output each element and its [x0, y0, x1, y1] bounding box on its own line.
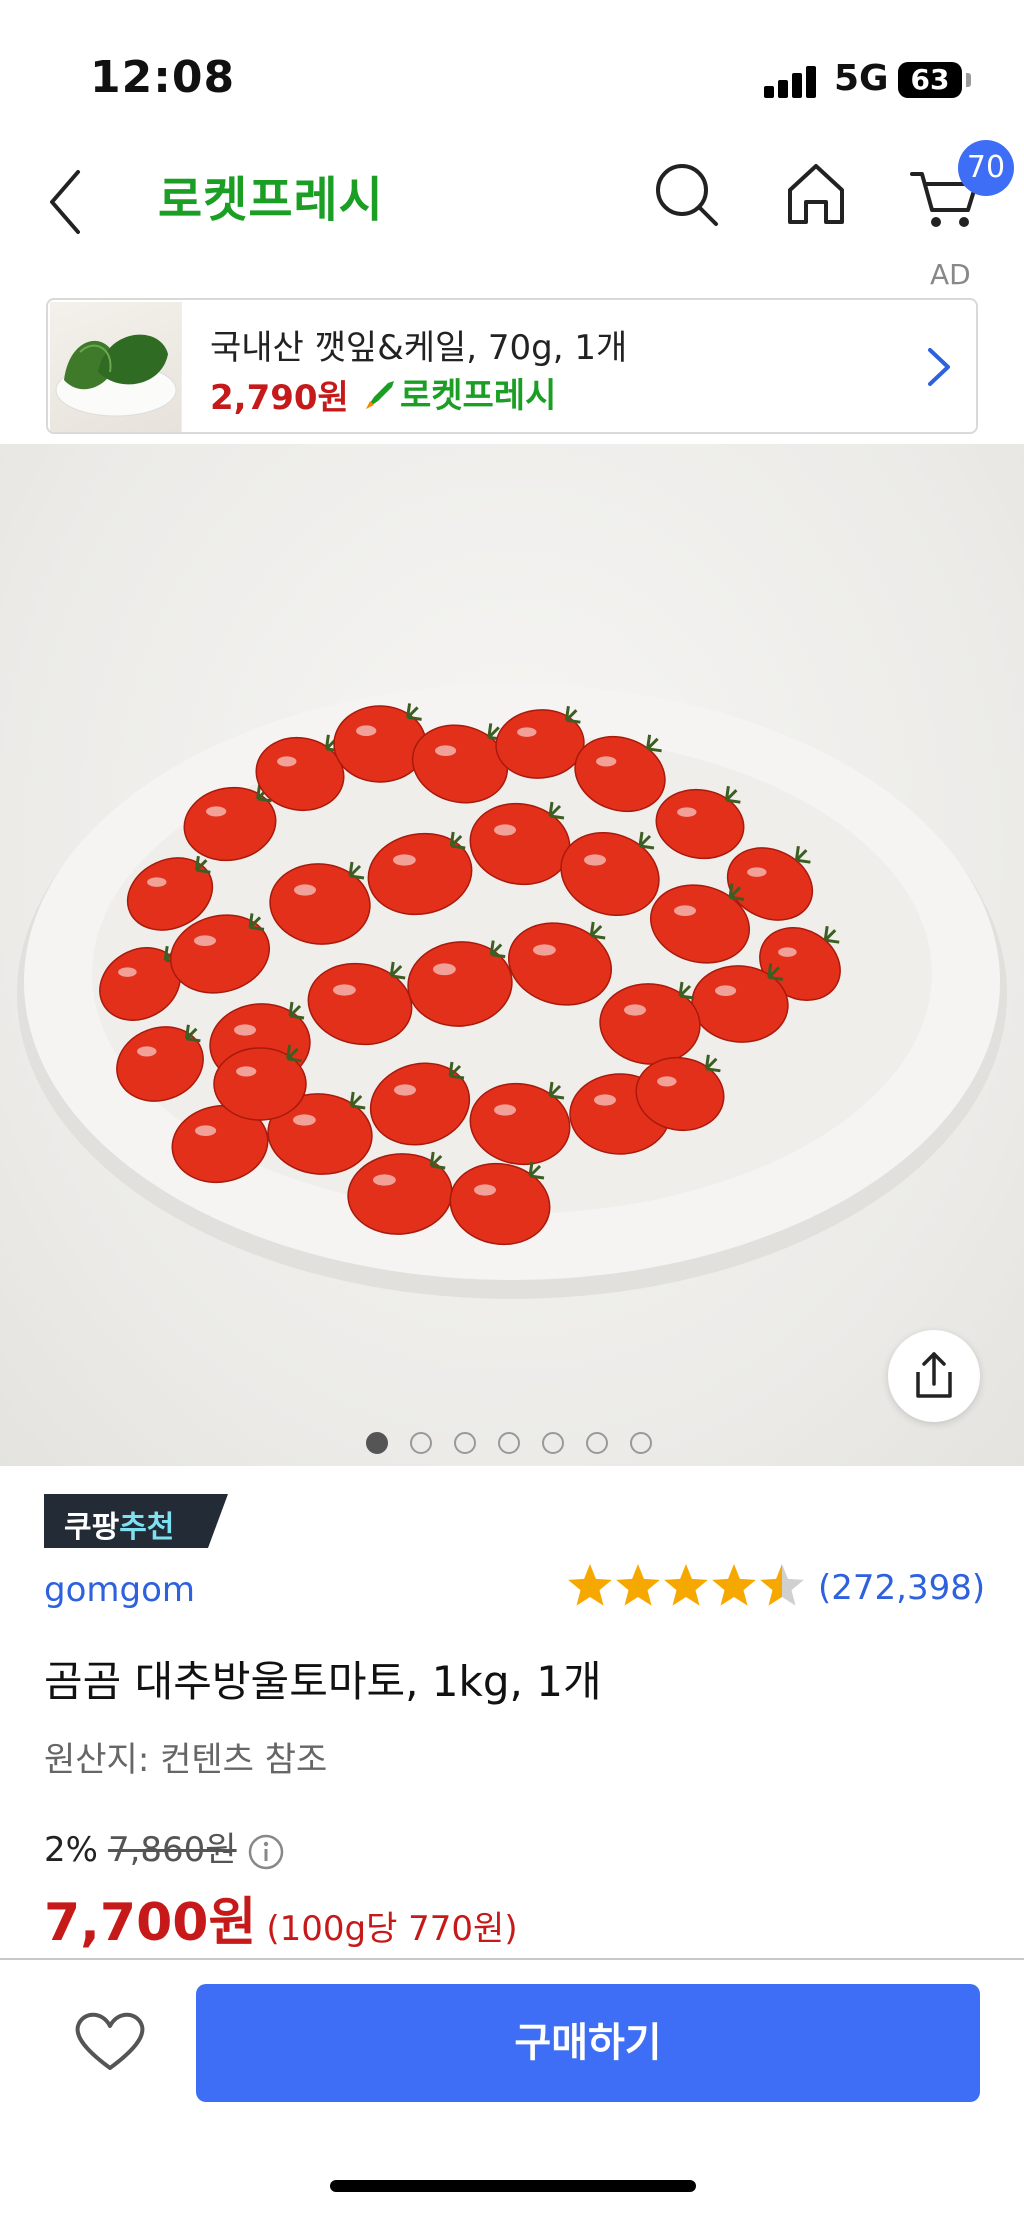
share-button[interactable]	[888, 1330, 980, 1422]
product-title: 곰곰 대추방울토마토, 1kg, 1개	[44, 1657, 602, 1706]
app-header: 로켓프레시	[0, 140, 1024, 250]
home-indicator	[330, 2180, 696, 2192]
cart-count-badge: 70	[958, 140, 1014, 196]
rating-star	[712, 1564, 756, 1606]
info-icon[interactable]	[247, 1833, 285, 1871]
ad-product-name: 국내산 깻잎&케일, 70g, 1개	[210, 328, 628, 368]
gallery-dot[interactable]	[542, 1432, 564, 1454]
wishlist-button[interactable]	[70, 2006, 150, 2076]
gallery-dot[interactable]	[366, 1432, 388, 1454]
original-price: 7,860원	[107, 1830, 237, 1870]
brand-link[interactable]: gomgom	[44, 1570, 195, 1610]
search-icon	[656, 164, 718, 226]
gallery-dot[interactable]	[630, 1432, 652, 1454]
discount-row: 2% 7,860원	[44, 1822, 285, 1871]
back-button[interactable]	[30, 150, 110, 240]
home-button[interactable]	[776, 154, 856, 234]
unit-price: (100g당 770원)	[266, 1909, 518, 1949]
page-title: 로켓프레시	[158, 172, 384, 228]
discount-rate: 2%	[44, 1830, 98, 1870]
buy-button[interactable]: 구매하기	[196, 1984, 980, 2102]
share-icon	[916, 1352, 952, 1398]
ad-banner[interactable]: 국내산 깻잎&케일, 70g, 1개 2,790원 로켓프레시	[46, 298, 978, 434]
price-row: 7,700원 (100g당 770원)	[44, 1880, 518, 1955]
heart-icon	[75, 2012, 145, 2070]
signal-icon	[764, 64, 820, 98]
product-origin: 원산지: 컨텐츠 참조	[44, 1740, 328, 1780]
ad-product-price: 2,790원	[210, 378, 349, 418]
rating-star	[616, 1564, 660, 1606]
product-image[interactable]	[0, 444, 1024, 1466]
battery-icon: 63	[898, 62, 962, 98]
ad-rocket-label: 로켓프레시	[400, 376, 557, 416]
recommend-badge-label: 쿠팡추천	[64, 1502, 174, 1546]
rating-star	[664, 1564, 708, 1606]
rating-star	[760, 1564, 804, 1606]
ad-label: AD	[930, 258, 971, 291]
recommend-badge-highlight: 추천	[119, 1510, 175, 1545]
bottom-bar-divider	[0, 1958, 1024, 1960]
rating-star	[568, 1564, 612, 1606]
back-icon	[50, 170, 80, 234]
status-time: 12:08	[90, 52, 236, 103]
chevron-right-icon	[928, 348, 950, 386]
home-icon	[788, 164, 844, 224]
sale-price: 7,700원	[44, 1893, 257, 1953]
gallery-dot[interactable]	[498, 1432, 520, 1454]
rocket-icon	[366, 381, 394, 409]
gallery-dot[interactable]	[410, 1432, 432, 1454]
gallery-dot[interactable]	[586, 1432, 608, 1454]
rating-stars[interactable]	[566, 1562, 810, 1610]
ad-product-thumbnail	[50, 302, 182, 432]
review-count[interactable]: (272,398)	[818, 1568, 985, 1608]
ad-rocket-badge: 로켓프레시	[360, 368, 556, 417]
status-bar: 12:08 5G 63	[0, 0, 1024, 140]
network-type: 5G	[834, 58, 889, 99]
gallery-dot[interactable]	[454, 1432, 476, 1454]
battery-cap	[966, 73, 971, 87]
search-button[interactable]	[646, 154, 726, 234]
recommend-badge-prefix: 쿠팡	[64, 1510, 120, 1545]
